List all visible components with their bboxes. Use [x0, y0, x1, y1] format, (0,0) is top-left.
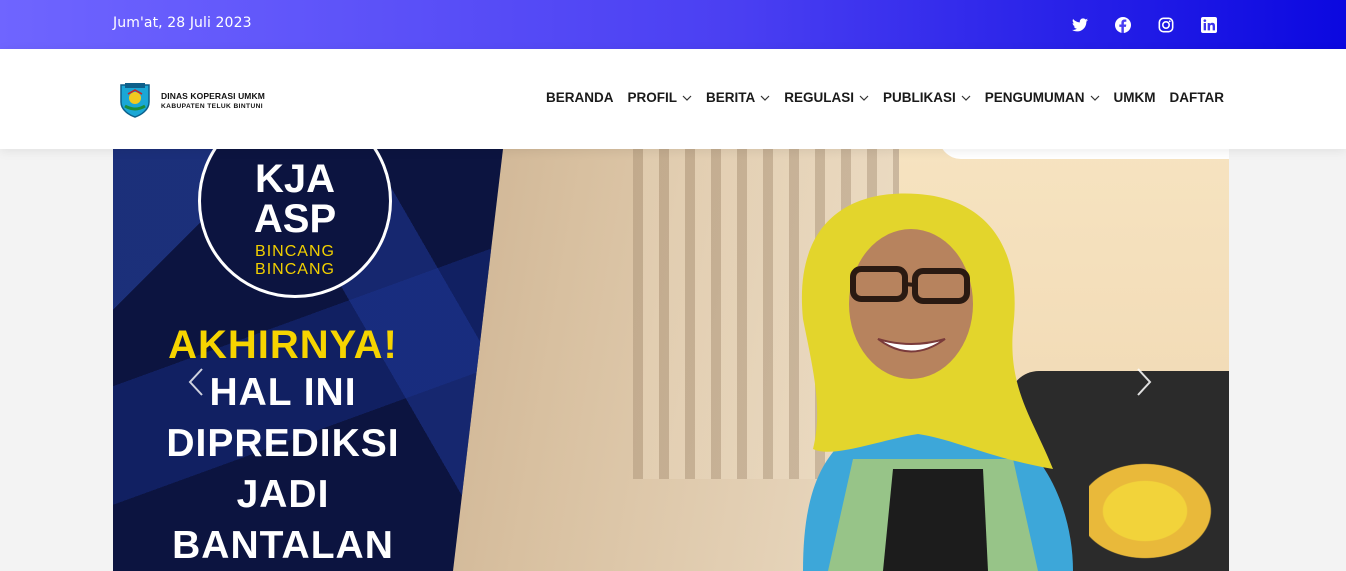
badge-line4: BINCANG: [255, 261, 335, 278]
social-links: [1071, 16, 1217, 33]
nav-item-beranda[interactable]: BERANDA: [546, 90, 614, 105]
current-date: Jum'at, 28 Juli 2023: [113, 15, 252, 31]
chevron-down-icon: [961, 95, 971, 101]
speaker-photo: [801, 193, 1073, 571]
nav-item-publikasi[interactable]: PUBLIKASI: [883, 90, 971, 105]
nav-item-regulasi[interactable]: REGULASI: [784, 90, 869, 105]
slider-next-button[interactable]: [1136, 367, 1152, 401]
nav-item-berita[interactable]: BERITA: [706, 90, 770, 105]
chevron-down-icon: [859, 95, 869, 101]
nav-label: DAFTAR: [1169, 90, 1225, 105]
nav-item-daftar[interactable]: DAFTAR: [1170, 90, 1225, 105]
site-brand[interactable]: DINAS KOPERASI UMKM KABUPATEN TELUK BINT…: [119, 82, 265, 118]
nav-label: BERANDA: [545, 90, 614, 105]
chevron-down-icon: [682, 95, 692, 101]
brand-title: DINAS KOPERASI UMKM: [161, 90, 265, 101]
nav-item-profil[interactable]: PROFIL: [627, 90, 692, 105]
twitter-icon[interactable]: [1071, 16, 1088, 33]
decor-shape: [939, 149, 1229, 159]
top-bar: Jum'at, 28 Juli 2023: [0, 0, 1346, 49]
nav-label: BERITA: [705, 90, 756, 105]
nav-label: REGULASI: [784, 90, 854, 105]
kja-asp-badge: KJA ASP BINCANG BINCANG: [198, 149, 392, 298]
headline-line3: DIPREDIKSI: [166, 422, 400, 465]
chevron-left-icon: [188, 368, 204, 401]
nav-item-pengumuman[interactable]: PENGUMUMAN: [985, 90, 1100, 105]
nav-item-umkm[interactable]: UMKM: [1114, 90, 1156, 105]
instagram-icon[interactable]: [1157, 16, 1174, 33]
badge-line3: BINCANG: [255, 243, 335, 260]
brand-subtitle: KABUPATEN TELUK BINTUNI: [161, 102, 263, 110]
headline-line1: AKHIRNYA!: [168, 323, 398, 367]
nav-label: PUBLIKASI: [882, 90, 956, 105]
slider-prev-button[interactable]: [188, 367, 204, 401]
nav-label: PROFIL: [627, 90, 677, 105]
headline-line4: JADI: [236, 473, 330, 516]
headline-line2: HAL INI: [209, 371, 357, 414]
badge-line1: KJA: [254, 157, 336, 201]
foreground-flowers: [1089, 451, 1229, 571]
facebook-icon[interactable]: [1114, 16, 1131, 33]
nav-label: PENGUMUMAN: [984, 90, 1085, 105]
main-navbar: DINAS KOPERASI UMKM KABUPATEN TELUK BINT…: [0, 49, 1346, 149]
chevron-right-icon: [1136, 368, 1152, 401]
chevron-down-icon: [1090, 95, 1100, 101]
chevron-down-icon: [760, 95, 770, 101]
regency-emblem-icon: [119, 82, 151, 118]
nav-label: UMKM: [1113, 90, 1156, 105]
main-menu: BERANDA PROFIL BERITA REGULASI PUBLIKASI…: [546, 90, 1224, 105]
headline-line5: BANTALAN: [172, 524, 394, 567]
linkedin-icon[interactable]: [1200, 16, 1217, 33]
slide-headline: AKHIRNYA! HAL INI DIPREDIKSI JADI BANTAL…: [113, 323, 453, 571]
hero-slider: KJA ASP BINCANG BINCANG AKHIRNYA! HAL IN…: [113, 149, 1229, 571]
badge-line2: ASP: [253, 197, 337, 241]
